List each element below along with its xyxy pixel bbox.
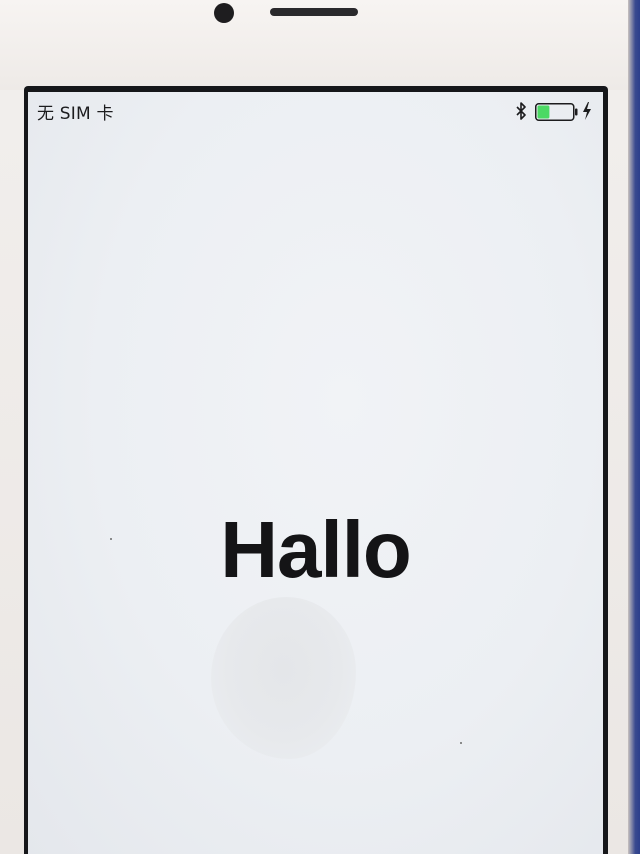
- status-bar: 无 SIM 卡: [28, 92, 603, 126]
- screen-smudge: [211, 597, 356, 759]
- battery-fill: [537, 105, 550, 119]
- bluetooth-icon: [516, 102, 526, 120]
- front-camera: [214, 3, 234, 23]
- device-screen[interactable]: 无 SIM 卡 Hallo: [28, 92, 603, 854]
- phone-edge: [628, 0, 640, 854]
- battery-icon: [535, 103, 578, 121]
- charging-bolt-icon: [583, 102, 591, 120]
- phone-top-bezel: [0, 0, 636, 90]
- welcome-greeting: Hallo: [220, 505, 412, 594]
- dust-speck: [460, 742, 462, 744]
- photo-frame: 无 SIM 卡 Hallo: [0, 0, 640, 854]
- carrier-label: 无 SIM 卡: [37, 104, 114, 124]
- earpiece-speaker: [270, 8, 358, 16]
- dust-speck: [110, 538, 112, 540]
